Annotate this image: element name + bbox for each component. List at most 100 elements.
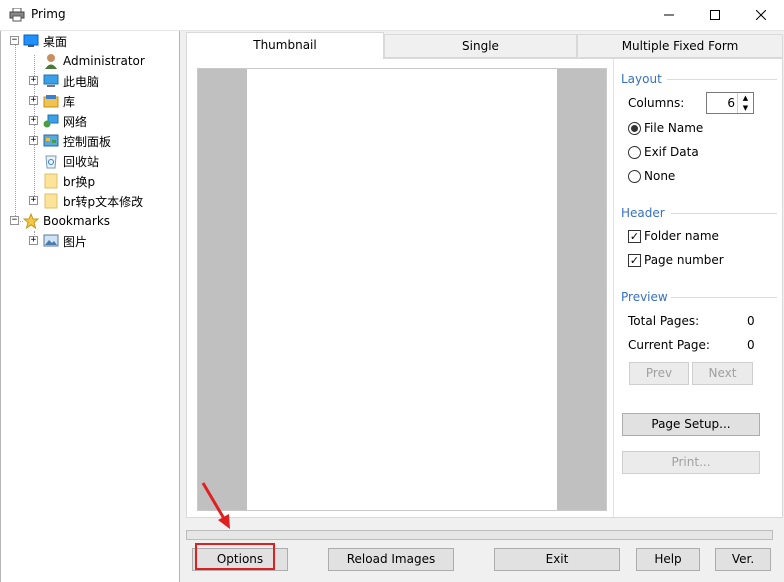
desktop-icon: [23, 33, 39, 49]
user-icon: [43, 53, 59, 69]
tree-item-library[interactable]: 库: [43, 91, 75, 111]
tab-label: Thumbnail: [253, 38, 317, 52]
title-bar: Primg: [0, 0, 784, 31]
printer-icon: [9, 7, 25, 22]
version-button[interactable]: Ver.: [715, 548, 771, 571]
preview-group-title: Preview: [621, 290, 668, 304]
checkbox-page-number[interactable]: ✓: [628, 254, 641, 267]
tree-item-label: br转p文本修改: [63, 194, 144, 209]
group-divider: [671, 213, 777, 214]
radio-none-label[interactable]: None: [644, 169, 675, 183]
annotation-highlight: [195, 543, 275, 570]
tree-item-label: 控制面板: [63, 134, 112, 149]
tree-expand-toggle[interactable]: +: [29, 136, 38, 145]
star-icon: [23, 213, 39, 229]
group-divider: [667, 79, 777, 80]
tree-item-control-panel[interactable]: 控制面板: [43, 131, 111, 151]
page-number-label[interactable]: Page number: [644, 253, 724, 267]
minimize-button[interactable]: [646, 0, 692, 31]
radio-file-name-label[interactable]: File Name: [644, 121, 703, 135]
control-panel-icon: [43, 133, 59, 149]
thumbnail-tab-panel: Layout Columns: 6 ▲ ▼ File Name Exif Dat…: [186, 58, 783, 518]
library-icon: [43, 93, 59, 109]
exit-button[interactable]: Exit: [494, 548, 620, 571]
recycle-bin-icon: [43, 153, 59, 169]
total-pages-label: Total Pages:: [628, 314, 700, 328]
tree-expand-toggle[interactable]: +: [29, 76, 38, 85]
tree-expand-toggle[interactable]: +: [29, 236, 38, 245]
window-title: Primg: [31, 7, 66, 21]
minimize-icon: [664, 9, 674, 23]
columns-value: 6: [727, 96, 735, 110]
main-panel: Thumbnail Single Multiple Fixed Form Lay…: [181, 31, 784, 582]
layout-group-title: Layout: [621, 72, 662, 86]
tab-thumbnail[interactable]: Thumbnail: [186, 32, 384, 59]
total-pages-value: 0: [747, 314, 755, 328]
folder-name-label[interactable]: Folder name: [644, 229, 719, 243]
radio-none[interactable]: [628, 170, 641, 183]
next-button[interactable]: Next: [692, 362, 753, 385]
close-button[interactable]: [738, 0, 784, 31]
columns-spinner[interactable]: 6 ▲ ▼: [706, 92, 754, 114]
page-setup-button[interactable]: Page Setup...: [622, 413, 760, 436]
prev-button[interactable]: Prev: [629, 362, 689, 385]
network-icon: [43, 113, 59, 129]
spin-up-icon[interactable]: ▲: [738, 93, 753, 103]
radio-file-name[interactable]: [628, 122, 641, 135]
current-page-label: Current Page:: [628, 338, 710, 352]
tree-expand-toggle[interactable]: +: [29, 196, 38, 205]
current-page-value: 0: [747, 338, 755, 352]
checkbox-folder-name[interactable]: ✓: [628, 230, 641, 243]
page-margin-left: [198, 69, 247, 510]
radio-exif-data-label[interactable]: Exif Data: [644, 145, 699, 159]
page-margin-right: [557, 69, 606, 510]
annotation-arrow-icon: [201, 482, 230, 529]
print-button[interactable]: Print...: [622, 451, 760, 474]
tree-item-label: 桌面: [43, 34, 68, 49]
folder-tree[interactable]: − 桌面 Administrator + 此电脑 + 库 + 网络 + 控制面板…: [0, 31, 180, 582]
folder-icon: [43, 193, 59, 209]
radio-exif-data[interactable]: [628, 146, 641, 159]
tab-single[interactable]: Single: [384, 34, 577, 58]
group-divider: [671, 297, 777, 298]
page-preview: [197, 68, 607, 511]
tree-item-folder-br-p-text[interactable]: br转p文本修改: [43, 191, 143, 211]
columns-label: Columns:: [628, 96, 685, 110]
tree-connector: [15, 45, 16, 222]
tree-item-pictures[interactable]: 图片: [43, 231, 87, 251]
tree-item-label: Bookmarks: [43, 214, 111, 228]
computer-icon: [43, 73, 59, 89]
folder-icon: [43, 173, 59, 189]
tree-collapse-toggle[interactable]: −: [10, 216, 19, 225]
tree-item-label: 网络: [63, 114, 88, 129]
tree-item-administrator[interactable]: Administrator: [43, 51, 145, 71]
tree-item-label: 图片: [63, 234, 88, 249]
tree-item-bookmarks[interactable]: Bookmarks: [23, 211, 110, 231]
pictures-icon: [43, 233, 59, 249]
help-button[interactable]: Help: [636, 548, 700, 571]
tree-expand-toggle[interactable]: +: [29, 116, 38, 125]
spin-down-icon[interactable]: ▼: [738, 103, 753, 113]
tab-label: Single: [462, 39, 499, 53]
tree-item-label: Administrator: [63, 54, 145, 68]
tree-collapse-toggle[interactable]: −: [10, 36, 19, 45]
header-group-title: Header: [621, 206, 665, 220]
maximize-icon: [710, 9, 720, 23]
progress-bar: [186, 530, 773, 540]
maximize-button[interactable]: [692, 0, 738, 31]
tree-item-label: 此电脑: [63, 74, 100, 89]
tree-item-this-pc[interactable]: 此电脑: [43, 71, 99, 91]
tree-item-recycle-bin[interactable]: 回收站: [43, 151, 99, 171]
tree-item-desktop[interactable]: 桌面: [23, 31, 67, 51]
close-icon: [755, 9, 767, 23]
tree-item-label: br换p: [63, 174, 96, 189]
tab-label: Multiple Fixed Form: [621, 39, 739, 53]
tab-multiple-fixed-form[interactable]: Multiple Fixed Form: [577, 34, 783, 58]
tree-item-label: 回收站: [63, 154, 100, 169]
tree-item-folder-br-p[interactable]: br换p: [43, 171, 95, 191]
tree-expand-toggle[interactable]: +: [29, 96, 38, 105]
tree-item-network[interactable]: 网络: [43, 111, 87, 131]
panel-divider: [613, 59, 614, 517]
tree-item-label: 库: [63, 94, 76, 109]
reload-images-button[interactable]: Reload Images: [328, 548, 454, 571]
